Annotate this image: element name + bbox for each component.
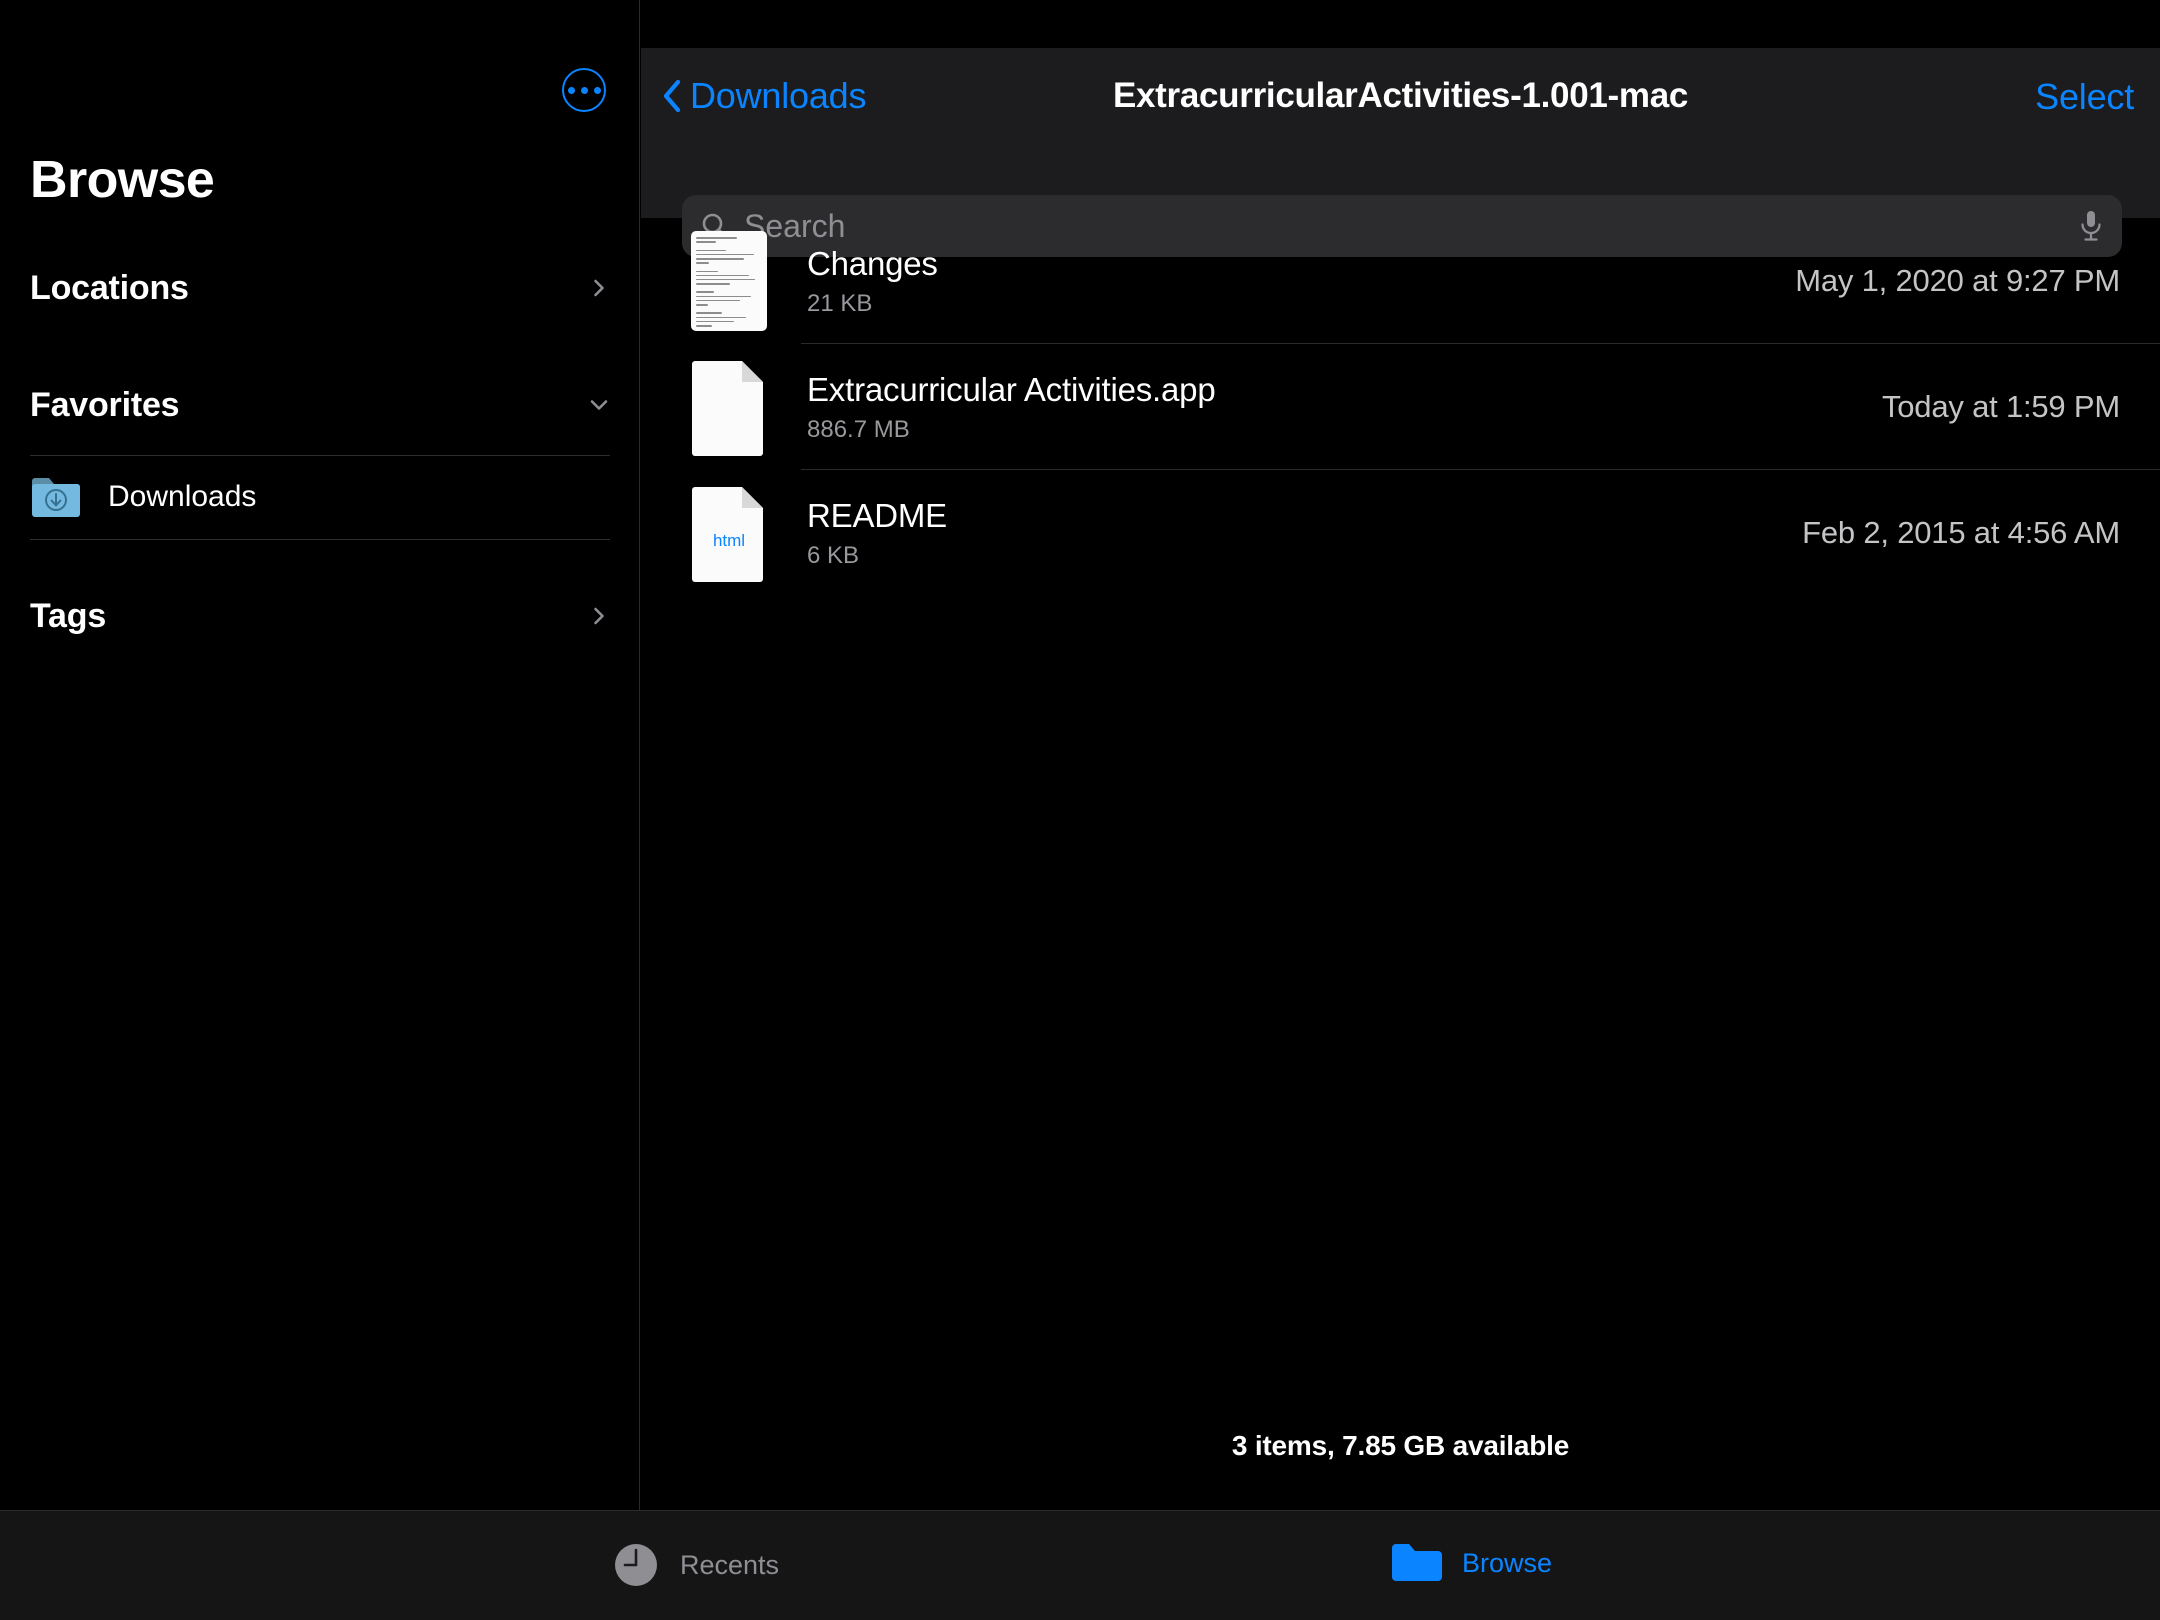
html-document-icon: html <box>691 483 767 583</box>
tab-recents[interactable]: Recents <box>612 1541 779 1589</box>
files-app-screen: 2:02 PM Fri Jun 26 <box>0 0 2160 1620</box>
file-name: Changes <box>807 244 938 282</box>
sidebar-section-locations-label: Locations <box>30 268 189 307</box>
downloads-folder-icon <box>32 478 80 517</box>
more-dot-1 <box>567 86 575 94</box>
text-document-thumbnail <box>691 231 767 331</box>
file-info: README 6 KB <box>807 497 1802 570</box>
sidebar-section-favorites-label: Favorites <box>30 385 180 424</box>
blank-document-icon <box>691 357 767 457</box>
folder-icon <box>1392 1544 1442 1581</box>
file-size: 886.7 MB <box>807 415 910 443</box>
sidebar: Browse Locations Favorites Downloads Tag… <box>0 0 640 1510</box>
navigation-bar: Downloads ExtracurricularActivities-1.00… <box>641 48 2160 257</box>
select-button[interactable]: Select <box>2035 76 2134 118</box>
file-info: Extracurricular Activities.app 886.7 MB <box>807 371 1882 444</box>
more-dot-3 <box>593 86 601 94</box>
doc-thumb-preview <box>691 231 767 331</box>
main-pane: Downloads ExtracurricularActivities-1.00… <box>641 0 2160 1510</box>
sidebar-section-tags[interactable]: Tags <box>30 586 610 646</box>
sidebar-section-tags-label: Tags <box>30 596 107 635</box>
tab-browse-label: Browse <box>1462 1547 1553 1578</box>
file-list: Changes 21 KB May 1, 2020 at 9:27 PM Ext… <box>641 218 2160 596</box>
nav-title: ExtracurricularActivities-1.001-mac <box>1112 76 1689 115</box>
more-options-button[interactable] <box>562 68 606 112</box>
file-date: Today at 1:59 PM <box>1881 389 2120 424</box>
file-size: 21 KB <box>807 289 873 317</box>
file-info: Changes 21 KB <box>807 245 1795 318</box>
sidebar-item-downloads-label: Downloads <box>108 480 257 513</box>
page-title: Browse <box>30 151 215 209</box>
file-name: Extracurricular Activities.app <box>807 370 1216 408</box>
sidebar-divider-bottom <box>30 539 610 540</box>
file-name: README <box>807 496 947 534</box>
file-date: May 1, 2020 at 9:27 PM <box>1795 263 2120 298</box>
table-row[interactable]: Extracurricular Activities.app 886.7 MB … <box>641 344 2160 470</box>
status-summary: 3 items, 7.85 GB available <box>1231 1430 1570 1461</box>
tab-recents-label: Recents <box>680 1549 780 1580</box>
chevron-right-icon <box>594 607 604 625</box>
clock-icon <box>615 1544 657 1586</box>
table-row[interactable]: html README 6 KB Feb 2, 2015 at 4:56 AM <box>641 470 2160 596</box>
file-date: Feb 2, 2015 at 4:56 AM <box>1802 515 2120 550</box>
sidebar-item-downloads[interactable]: Downloads <box>30 460 610 534</box>
more-dot-2 <box>580 86 588 94</box>
file-size: 6 KB <box>807 541 860 569</box>
table-row[interactable]: Changes 21 KB May 1, 2020 at 9:27 PM <box>641 218 2160 344</box>
chevron-right-icon <box>594 279 604 297</box>
tab-browse[interactable]: Browse <box>1390 1541 1552 1585</box>
tab-bar: Recents Browse <box>0 1510 2160 1620</box>
sidebar-divider-top <box>30 455 610 456</box>
sidebar-section-locations[interactable]: Locations <box>30 258 610 318</box>
sidebar-section-favorites[interactable]: Favorites <box>30 375 610 435</box>
file-type-tag: html <box>712 531 746 550</box>
page-glyph-icon <box>692 361 763 456</box>
chevron-down-icon <box>590 400 608 410</box>
